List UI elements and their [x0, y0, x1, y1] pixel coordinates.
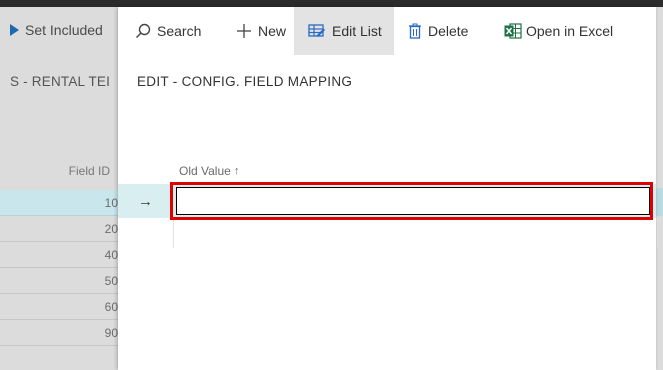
open-in-excel-label: Open in Excel [526, 23, 614, 39]
top-border [0, 0, 663, 7]
set-included-label: Set Included [25, 22, 103, 38]
table-row[interactable]: 50 [0, 268, 118, 294]
edit-list-icon [308, 23, 326, 39]
edit-list-button[interactable]: Edit List [294, 7, 394, 55]
field-id-column-header[interactable]: Field ID [69, 164, 110, 178]
edit-list-dialog: Search New Edit List Delete Open in Exce… [118, 7, 658, 370]
excel-icon [504, 23, 522, 39]
background-page-title: S - RENTAL TEI [10, 74, 111, 89]
table-row[interactable]: 60 [0, 294, 118, 320]
search-label: Search [157, 23, 202, 39]
plus-icon [236, 23, 252, 39]
action-toolbar: Search New Edit List Delete Open in Exce… [118, 7, 656, 55]
old-value-input[interactable] [176, 187, 650, 215]
delete-button[interactable]: Delete [394, 7, 496, 55]
table-row[interactable]: 90 [0, 320, 118, 346]
old-value-header-label: Old Value [179, 164, 231, 178]
set-included-action[interactable]: Set Included [10, 22, 103, 38]
old-value-column-header[interactable]: Old Value ↑ [179, 164, 239, 178]
field-id-cell: 40 [104, 248, 118, 262]
open-in-excel-button[interactable]: Open in Excel [496, 7, 613, 55]
field-id-cell: 50 [104, 274, 118, 288]
table-row[interactable]: 40 [0, 242, 118, 268]
background-selected-row-edge [656, 188, 663, 216]
new-button[interactable]: New [206, 7, 294, 55]
search-button[interactable]: Search [118, 7, 206, 55]
table-row[interactable]: 10 [0, 190, 118, 216]
edit-list-label: Edit List [332, 23, 382, 39]
table-row[interactable]: 20 [0, 216, 118, 242]
search-icon [135, 23, 151, 39]
new-label: New [258, 23, 287, 39]
field-id-cell: 10 [104, 196, 118, 210]
field-id-cell: 20 [104, 222, 118, 236]
dialog-title: EDIT - CONFIG. FIELD MAPPING [137, 74, 353, 89]
row-indicator-arrow-icon[interactable]: → [118, 184, 173, 218]
field-id-cell: 90 [104, 326, 118, 340]
trash-icon [408, 23, 422, 39]
sort-ascending-icon: ↑ [233, 165, 240, 177]
field-id-cell: 60 [104, 300, 118, 314]
delete-label: Delete [428, 23, 469, 39]
play-icon [10, 24, 19, 36]
empty-row [173, 218, 658, 248]
